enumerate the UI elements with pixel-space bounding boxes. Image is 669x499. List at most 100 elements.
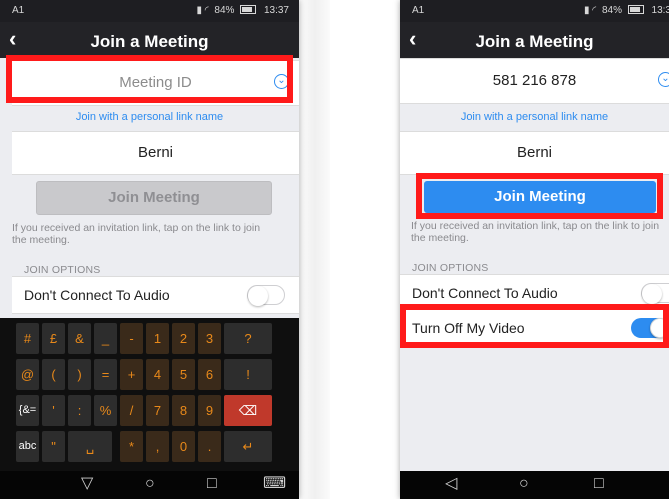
battery-percent: 84% bbox=[601, 5, 622, 16]
screen-name-value: Berni bbox=[516, 144, 553, 161]
phone-right: A1 ▮ ◜ 84% 13:3 ‹ Join a Meeting 581 216… bbox=[400, 0, 669, 499]
turn-off-video-toggle[interactable] bbox=[631, 318, 669, 338]
status-bar: A1 ▮ ◜ 84% 13:3 bbox=[400, 0, 669, 22]
key-slash[interactable]: / bbox=[120, 395, 143, 426]
key-minus[interactable]: - bbox=[120, 323, 143, 354]
key-asterisk[interactable]: * bbox=[120, 431, 143, 462]
background-shadow bbox=[300, 0, 330, 499]
dont-connect-audio-toggle[interactable] bbox=[641, 283, 669, 304]
key-period[interactable]: . bbox=[198, 431, 221, 462]
status-bar: A1 ▮ ◜ 84% 13:37 bbox=[0, 0, 299, 22]
key-equals[interactable]: = bbox=[94, 359, 117, 390]
toggle-knob bbox=[642, 284, 662, 304]
chevron-down-icon[interactable]: ⌄ bbox=[658, 72, 669, 87]
nav-home-icon[interactable]: ○ bbox=[519, 475, 529, 493]
toggle-knob bbox=[650, 318, 669, 338]
key-hash[interactable]: # bbox=[16, 323, 39, 354]
status-icons: ▮ ◜ 84% 13:37 bbox=[193, 4, 289, 16]
clock: 13:37 bbox=[263, 5, 289, 16]
nav-recent-icon[interactable]: □ bbox=[207, 475, 217, 493]
page-title: Join a Meeting bbox=[475, 32, 594, 51]
join-meeting-button[interactable]: Join Meeting bbox=[424, 181, 656, 213]
key-3[interactable]: 3 bbox=[198, 323, 221, 354]
keyboard-row-3: {&= ' : % / 7 8 9 ⌫ bbox=[0, 395, 299, 431]
keyboard-icon[interactable]: ⌨ bbox=[263, 475, 286, 493]
status-icons: ▮ ◜ 84% 13:3 bbox=[581, 4, 669, 16]
android-nav-bar: ◁ ○ □ bbox=[400, 471, 669, 499]
key-0[interactable]: 0 bbox=[172, 431, 195, 462]
signal-icon: ▮ ◜ bbox=[196, 5, 209, 16]
join-options-header: JOIN OPTIONS bbox=[24, 264, 101, 276]
toggle-knob bbox=[248, 286, 268, 306]
key-quote[interactable]: " bbox=[42, 431, 65, 462]
chevron-down-icon[interactable]: ⌄ bbox=[274, 74, 289, 89]
key-6[interactable]: 6 bbox=[198, 359, 221, 390]
meeting-id-placeholder: Meeting ID bbox=[119, 74, 192, 91]
android-nav-bar: ▽ ○ □ ⌨ bbox=[0, 471, 299, 499]
carrier-label: A1 bbox=[412, 5, 425, 16]
battery-icon bbox=[627, 5, 644, 14]
key-9[interactable]: 9 bbox=[198, 395, 221, 426]
page-title: Join a Meeting bbox=[90, 32, 209, 51]
key-underscore[interactable]: _ bbox=[94, 323, 117, 354]
enter-check-icon[interactable]: ↵ bbox=[224, 431, 272, 462]
title-bar: ‹ Join a Meeting bbox=[400, 22, 669, 58]
personal-link-name-link[interactable]: Join with a personal link name bbox=[0, 111, 299, 123]
carrier-label: A1 bbox=[12, 5, 25, 16]
key-exclaim[interactable]: ! bbox=[224, 359, 272, 390]
nav-recent-icon[interactable]: □ bbox=[594, 475, 604, 493]
keyboard-row-2: @ ( ) = + 4 5 6 ! bbox=[0, 359, 299, 395]
dont-connect-audio-toggle[interactable] bbox=[247, 285, 285, 306]
meeting-id-value: 581 216 878 bbox=[492, 72, 577, 89]
backspace-icon[interactable]: ⌫ bbox=[224, 395, 272, 426]
join-meeting-button[interactable]: Join Meeting bbox=[36, 181, 272, 215]
key-open-paren[interactable]: ( bbox=[42, 359, 65, 390]
dont-connect-audio-row: Don't Connect To Audio bbox=[400, 274, 669, 312]
invitation-hint: If you received an invitation link, tap … bbox=[411, 220, 660, 244]
signal-icon: ▮ ◜ bbox=[584, 5, 597, 16]
screen-name-value: Berni bbox=[137, 144, 174, 161]
space-key[interactable]: ␣ bbox=[68, 431, 112, 462]
key-8[interactable]: 8 bbox=[172, 395, 195, 426]
key-1[interactable]: 1 bbox=[146, 323, 169, 354]
key-2[interactable]: 2 bbox=[172, 323, 195, 354]
key-7[interactable]: 7 bbox=[146, 395, 169, 426]
key-close-paren[interactable]: ) bbox=[68, 359, 91, 390]
dont-connect-audio-row: Don't Connect To Audio bbox=[12, 276, 299, 314]
nav-back-icon[interactable]: ▽ bbox=[81, 475, 93, 493]
key-5[interactable]: 5 bbox=[172, 359, 195, 390]
key-question[interactable]: ? bbox=[224, 323, 272, 354]
key-percent[interactable]: % bbox=[94, 395, 117, 426]
nav-home-icon[interactable]: ○ bbox=[145, 475, 155, 493]
key-more-symbols[interactable]: {&= bbox=[16, 395, 39, 426]
join-options-header: JOIN OPTIONS bbox=[412, 262, 489, 274]
dont-connect-audio-label: Don't Connect To Audio bbox=[412, 285, 558, 301]
symbol-keyboard: # £ & _ - 1 2 3 ? @ ( ) = + 4 5 6 ! {&= … bbox=[0, 318, 299, 471]
keyboard-row-4: abc " ␣ * , 0 . ↵ bbox=[0, 431, 299, 467]
battery-icon bbox=[240, 5, 257, 14]
title-bar: ‹ Join a Meeting bbox=[0, 22, 299, 58]
clock: 13:3 bbox=[651, 5, 669, 16]
nav-back-icon[interactable]: ◁ bbox=[445, 475, 457, 493]
dont-connect-audio-label: Don't Connect To Audio bbox=[24, 287, 170, 303]
key-at[interactable]: @ bbox=[16, 359, 39, 390]
key-plus[interactable]: + bbox=[120, 359, 143, 390]
invitation-hint: If you received an invitation link, tap … bbox=[12, 222, 261, 246]
key-pound[interactable]: £ bbox=[42, 323, 65, 354]
key-colon[interactable]: : bbox=[68, 395, 91, 426]
screen-name-field[interactable]: Berni bbox=[12, 131, 299, 175]
phone-left: A1 ▮ ◜ 84% 13:37 ‹ Join a Meeting Meetin… bbox=[0, 0, 299, 499]
turn-off-video-row: Turn Off My Video bbox=[400, 309, 669, 347]
key-apostrophe[interactable]: ' bbox=[42, 395, 65, 426]
key-ampersand[interactable]: & bbox=[68, 323, 91, 354]
keyboard-row-1: # £ & _ - 1 2 3 ? bbox=[0, 323, 299, 359]
screen-name-field[interactable]: Berni bbox=[400, 131, 669, 175]
key-abc[interactable]: abc bbox=[16, 431, 39, 462]
key-comma[interactable]: , bbox=[146, 431, 169, 462]
meeting-id-field[interactable]: Meeting ID ⌄ bbox=[12, 60, 299, 106]
personal-link-name-link[interactable]: Join with a personal link name bbox=[400, 111, 669, 123]
key-4[interactable]: 4 bbox=[146, 359, 169, 390]
turn-off-video-label: Turn Off My Video bbox=[412, 320, 525, 336]
battery-percent: 84% bbox=[214, 5, 235, 16]
meeting-id-field[interactable]: 581 216 878 ⌄ bbox=[400, 58, 669, 104]
